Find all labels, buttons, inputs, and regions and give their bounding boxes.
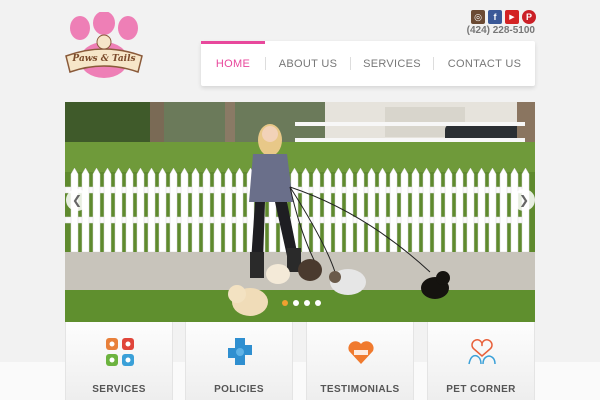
slider-pagination — [282, 300, 321, 306]
puzzle-piece-icon — [228, 338, 252, 365]
fence-picket — [499, 167, 508, 253]
fence-picket — [81, 167, 90, 253]
fence-picket — [125, 167, 134, 253]
paw-logo-icon — [65, 11, 143, 78]
youtube-icon[interactable]: ▶ — [505, 10, 519, 24]
fence-picket — [422, 167, 431, 253]
fence-picket — [180, 167, 189, 253]
fence-picket — [378, 167, 387, 253]
fence-picket — [136, 167, 145, 253]
fence-picket — [92, 167, 101, 253]
feature-label: POLICIES — [214, 384, 264, 395]
instagram-icon[interactable]: ◎ — [471, 10, 485, 24]
main-nav: HOME ABOUT US SERVICES CONTACT US — [201, 41, 535, 86]
feature-label: PET CORNER — [446, 384, 516, 395]
pinterest-icon[interactable]: P — [522, 10, 536, 24]
feature-label: SERVICES — [92, 384, 146, 395]
fence-picket — [334, 167, 343, 253]
hero-slide-image — [65, 102, 535, 322]
hero-slider[interactable] — [65, 102, 535, 322]
fence-picket — [510, 167, 519, 253]
nav-about-us[interactable]: ABOUT US — [266, 41, 350, 86]
feature-policies[interactable]: POLICIES — [185, 322, 293, 400]
fence-picket — [169, 167, 178, 253]
slider-dot[interactable] — [304, 300, 310, 306]
fence-picket — [477, 167, 486, 253]
feature-boxes: SERVICES POLICIES TESTIMONIALS PET CORNE… — [65, 322, 535, 400]
feature-testimonials[interactable]: TESTIMONIALS — [306, 322, 414, 400]
dog-cat-heart-icon — [468, 339, 496, 365]
fence-picket — [323, 167, 332, 253]
fence-picket — [213, 167, 222, 253]
fence-picket — [114, 167, 123, 253]
fence-picket — [235, 167, 244, 253]
phone-number[interactable]: (424) 228-5100 — [467, 25, 535, 36]
slider-prev-arrow[interactable]: ❮ — [66, 189, 88, 211]
feature-pet-corner[interactable]: PET CORNER — [427, 322, 535, 400]
paw-tiles-icon — [106, 338, 134, 366]
slider-dot[interactable] — [293, 300, 299, 306]
slider-next-arrow[interactable]: ❯ — [513, 189, 535, 211]
fence-picket — [367, 167, 376, 253]
fence-picket — [158, 167, 167, 253]
fence-picket — [466, 167, 475, 253]
fence-picket — [444, 167, 453, 253]
fence-picket — [103, 167, 112, 253]
fence-picket — [345, 167, 354, 253]
fence-picket — [224, 167, 233, 253]
nav-services[interactable]: SERVICES — [351, 41, 433, 86]
feature-label: TESTIMONIALS — [320, 384, 400, 395]
fence-picket — [400, 167, 409, 253]
fence-picket — [147, 167, 156, 253]
slider-dot[interactable] — [282, 300, 288, 306]
logo-text: Paws & Tails — [72, 54, 136, 64]
fence-picket — [202, 167, 211, 253]
fence-picket — [411, 167, 420, 253]
fence-picket — [488, 167, 497, 253]
fence-picket — [455, 167, 464, 253]
slider-dot[interactable] — [315, 300, 321, 306]
nav-contact-us[interactable]: CONTACT US — [434, 41, 535, 86]
fence-picket — [312, 167, 321, 253]
feature-services[interactable]: SERVICES — [65, 322, 173, 400]
heart-chat-icon — [348, 341, 374, 364]
social-links: ◎ f ▶ P — [471, 10, 536, 24]
fence-picket — [356, 167, 365, 253]
nav-home[interactable]: HOME — [201, 41, 265, 86]
fence-picket — [191, 167, 200, 253]
site-logo[interactable]: Paws & Tails — [64, 11, 144, 82]
facebook-icon[interactable]: f — [488, 10, 502, 24]
fence-picket — [433, 167, 442, 253]
